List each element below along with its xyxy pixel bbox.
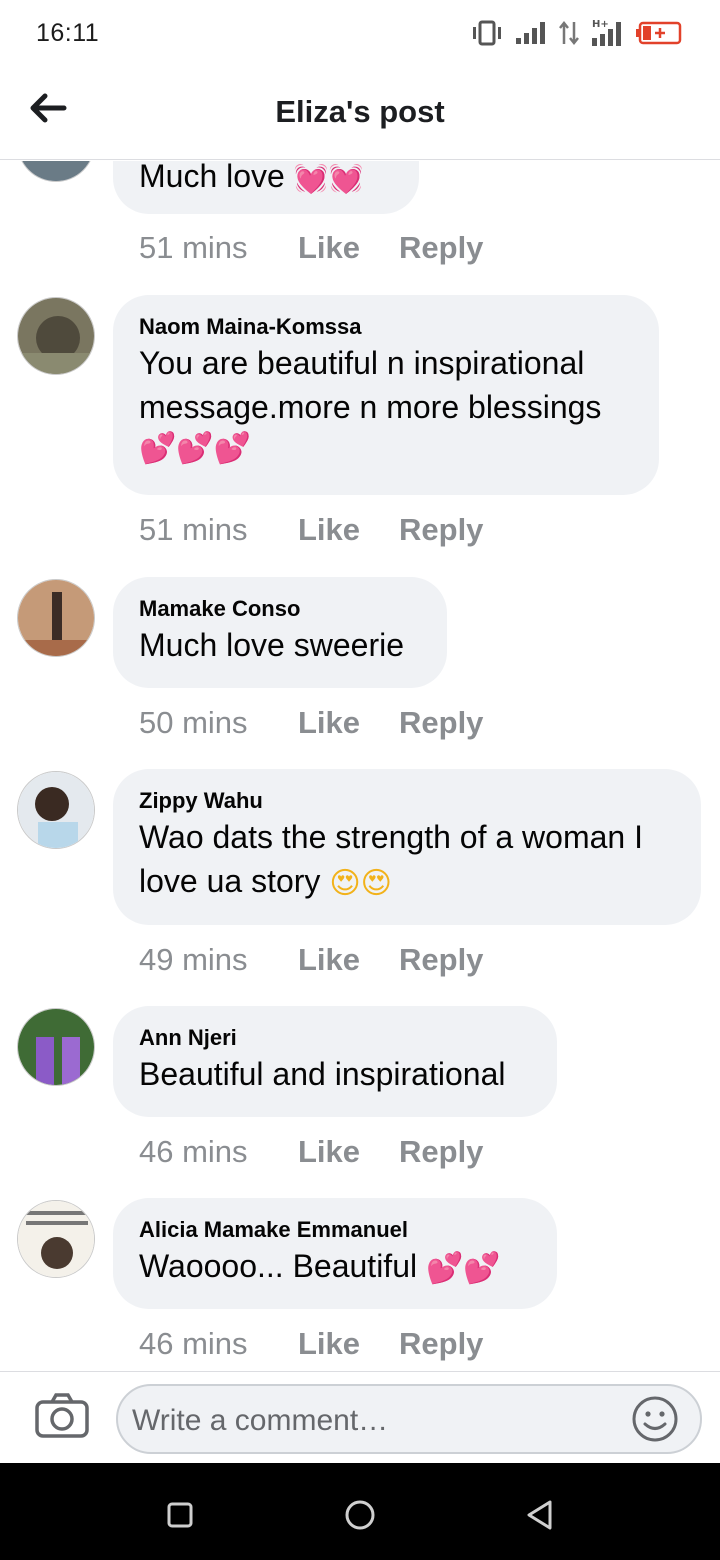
avatar[interactable] [17,771,95,849]
like-button[interactable]: Like [298,230,399,266]
comment-actions: 51 mins Like Reply [139,230,483,266]
comment-author: Zippy Wahu [139,788,263,813]
back-icon [527,1500,552,1530]
comment-bubble[interactable]: Alicia Mamake Emmanuel Waoooo... Beautif… [113,1198,557,1309]
status-time: 16:11 [36,18,100,47]
reply-button[interactable]: Reply [399,512,483,548]
comment-author: Mamake Conso [139,596,301,621]
comment-text: Much love sweerie [139,627,404,663]
battery-icon [636,21,682,45]
comment-text-line: love ua story 😍😍 [139,859,675,906]
like-button[interactable]: Like [298,942,399,978]
status-bar: 16:11 H+ [0,0,720,66]
comment-bubble[interactable]: Zippy Wahu Wao dats the strength of a wo… [113,769,701,925]
comment-author: Naom Maina-Komssa [139,314,362,339]
avatar[interactable] [17,579,95,657]
comment-actions: 49 mins Like Reply [139,942,483,978]
comment-time: 46 mins [139,1326,248,1361]
heart-emoji: 💕💕💕 [139,432,252,465]
comment-bubble[interactable]: Naom Maina-Komssa You are beautiful n in… [113,295,659,495]
page-title: Eliza's post [275,94,445,129]
recents-icon [167,1502,193,1528]
avatar[interactable] [17,297,95,375]
reply-button[interactable]: Reply [399,1134,483,1170]
home-icon [345,1500,375,1530]
recents-button[interactable] [160,1495,200,1535]
comment-text: You are beautiful n inspirational [139,345,585,381]
camera-icon [35,1393,89,1438]
avatar[interactable] [17,161,95,182]
comment-actions: 51 mins Like Reply [139,512,483,548]
comment-text: Beautiful and inspirational [139,1056,506,1092]
comment-text: Much love 💓💓 [139,161,393,201]
comment-time: 51 mins [139,512,248,547]
system-nav-bar [0,1463,720,1560]
comment-composer: Write a comment… [0,1371,720,1463]
heart-emoji: 💓💓 [293,162,364,194]
comment-actions: 46 mins Like Reply [139,1134,483,1170]
avatar[interactable] [17,1008,95,1086]
comment-text: Wao dats the strength of a woman I [139,819,643,855]
comment-text: Waoooo... Beautiful 💕💕 [139,1244,531,1291]
comment-text-line: message.more n more blessings [139,389,602,425]
comment-time: 49 mins [139,942,248,977]
reply-button[interactable]: Reply [399,230,483,266]
nav-back-button[interactable] [520,1495,560,1535]
like-button[interactable]: Like [298,1326,399,1362]
like-button[interactable]: Like [298,1134,399,1170]
reply-button[interactable]: Reply [399,1326,483,1362]
home-button[interactable] [340,1495,380,1535]
comment-actions: 46 mins Like Reply [139,1326,483,1362]
smiley-icon [632,1396,678,1442]
comment-author: Ann Njeri [139,1025,237,1050]
svg-text:H+: H+ [592,19,609,30]
comment-time: 51 mins [139,230,248,265]
like-button[interactable]: Like [298,705,399,741]
comment-time: 46 mins [139,1134,248,1169]
heart-emoji: 💕💕 [425,1251,501,1285]
comment-bubble[interactable]: Ann Njeri Beautiful and inspirational [113,1006,557,1117]
signal-hplus-icon: H+ [592,19,621,46]
heart-eyes-emoji: 😍😍 [329,866,392,900]
data-transfer-icon [559,20,579,46]
vibrate-icon [473,20,501,46]
emoji-button[interactable] [630,1394,680,1444]
status-icons: H+ [470,18,684,48]
camera-button[interactable] [34,1392,90,1440]
post-header: Eliza's post [0,66,720,160]
comment-bubble[interactable]: Much love 💓💓 [113,161,419,214]
comment-input[interactable]: Write a comment… [116,1384,702,1454]
reply-button[interactable]: Reply [399,942,483,978]
reply-button[interactable]: Reply [399,705,483,741]
comment-author: Alicia Mamake Emmanuel [139,1217,409,1242]
comment-time: 50 mins [139,705,248,740]
like-button[interactable]: Like [298,512,399,548]
comment-actions: 50 mins Like Reply [139,705,483,741]
avatar[interactable] [17,1200,95,1278]
comment-list[interactable]: Much love 💓💓 51 mins Like Reply Naom Mai… [0,161,720,1371]
comment-input-placeholder: Write a comment… [132,1404,389,1437]
signal-icon [516,22,545,44]
comment-bubble[interactable]: Mamake Conso Much love sweerie [113,577,447,688]
